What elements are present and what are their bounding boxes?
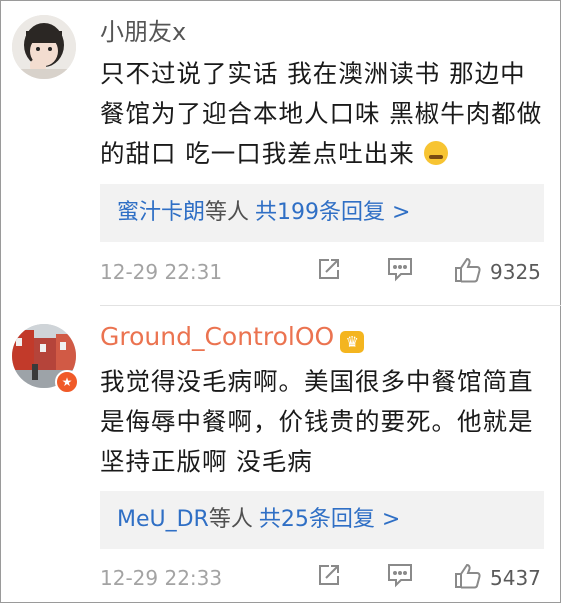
like-icon[interactable]: [453, 256, 483, 288]
like-count: 5437: [490, 566, 541, 590]
reply-users-link[interactable]: MeU_DR: [117, 507, 209, 532]
reply-users-link[interactable]: 蜜汁卡朗: [117, 200, 205, 225]
comment-item: 小朋友x 只不过说了实话 我在澳洲读书 那边中餐馆为了迎合本地人口味 黑椒牛肉都…: [0, 0, 561, 306]
username[interactable]: 小朋友x: [100, 17, 186, 47]
verified-badge-icon: ★: [55, 370, 79, 394]
reply-count-link[interactable]: 共25条回复 >: [259, 507, 400, 532]
username-text[interactable]: Ground_ControlOO: [100, 322, 334, 351]
replies-label[interactable]: 蜜汁卡朗等人 共199条回复 >: [117, 198, 410, 228]
replies-label[interactable]: MeU_DR等人 共25条回复 >: [117, 505, 400, 535]
comment-body: 只不过说了实话 我在澳洲读书 那边中餐馆为了迎合本地人口味 黑椒牛肉都做的甜口 …: [100, 59, 543, 168]
comment-text: 我觉得没毛病啊。美国很多中餐馆简直是侮辱中餐啊，价钱贵的要死。他就是坚持正版啊 …: [100, 367, 534, 476]
reply-users-suffix: 等人: [208, 507, 253, 532]
share-icon[interactable]: [316, 256, 342, 288]
comment-meta: 12-29 22:31 9325: [0, 256, 561, 290]
crown-icon: ♛: [340, 331, 365, 353]
comment-text: 只不过说了实话 我在澳洲读书 那边中餐馆为了迎合本地人口味 黑椒牛肉都做的甜口 …: [100, 54, 550, 174]
timestamp: 12-29 22:31: [100, 260, 223, 284]
replies-box[interactable]: 蜜汁卡朗等人 共199条回复 >: [100, 184, 544, 242]
comment-icon[interactable]: [386, 256, 414, 288]
emoji-icon: [423, 141, 448, 165]
avatar[interactable]: [12, 15, 76, 79]
timestamp: 12-29 22:33: [100, 566, 223, 590]
like-icon[interactable]: [453, 562, 483, 594]
username[interactable]: Ground_ControlOO ♛: [100, 322, 365, 353]
comment-meta: 12-29 22:33 5437: [0, 562, 561, 596]
share-icon[interactable]: [316, 562, 342, 594]
reply-users-suffix: 等人: [205, 200, 250, 225]
reply-count-link[interactable]: 共199条回复 >: [255, 200, 410, 225]
replies-box[interactable]: MeU_DR等人 共25条回复 >: [100, 491, 544, 549]
like-count: 9325: [490, 260, 541, 284]
comment-icon[interactable]: [386, 562, 414, 594]
comment-item: ★ Ground_ControlOO ♛ 我觉得没毛病啊。美国很多中餐馆简直是侮辱…: [0, 306, 561, 603]
